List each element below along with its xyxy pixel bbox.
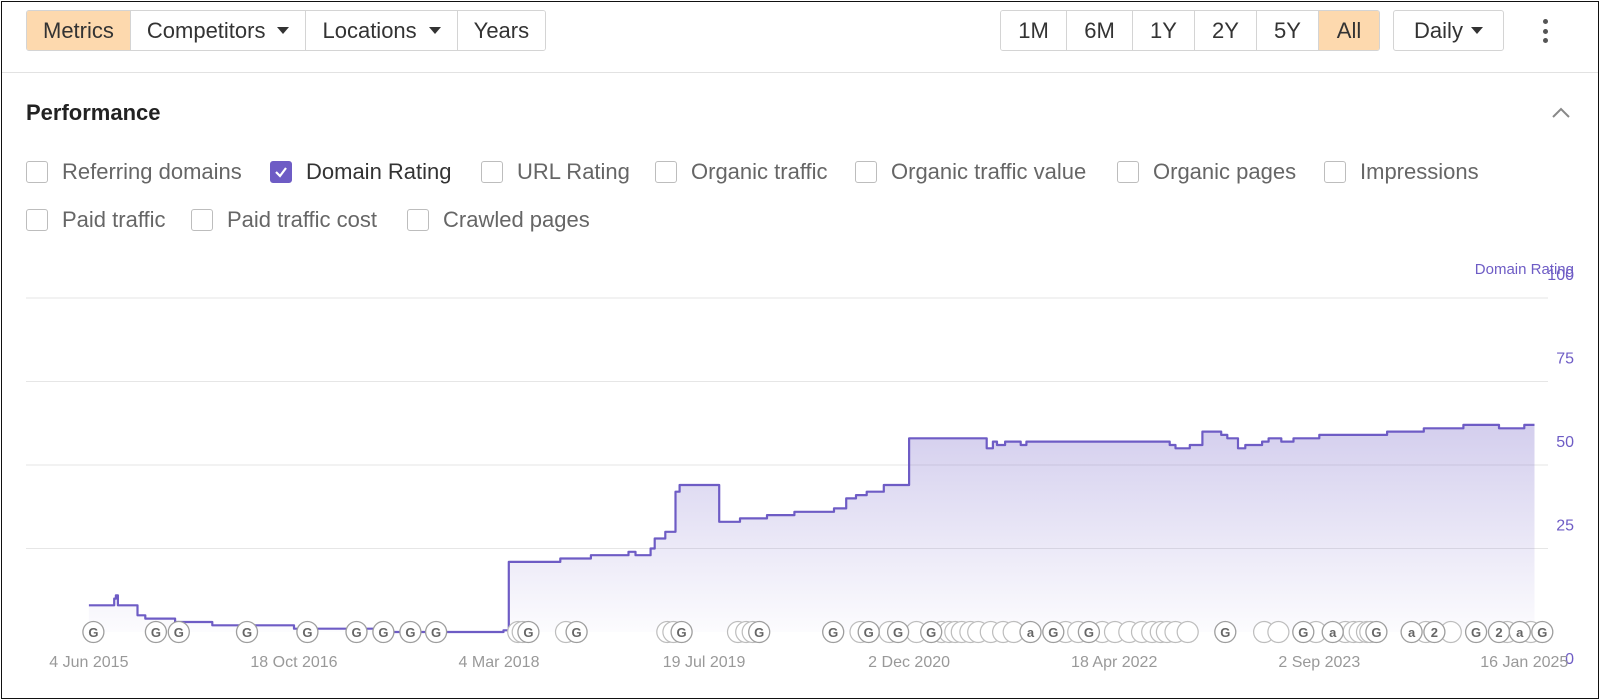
range-1m-button[interactable]: 1M (1001, 11, 1067, 50)
metric-referring-domains[interactable]: Referring domains (26, 159, 242, 185)
checkbox[interactable] (481, 161, 503, 183)
caret-down-icon (1470, 27, 1483, 34)
caret-down-icon (428, 27, 441, 34)
x-tick-label: 18 Apr 2022 (1071, 654, 1157, 671)
checkbox[interactable] (407, 209, 429, 231)
annotation-label: G (1371, 625, 1381, 640)
domain-rating-chart: Domain Rating1007550250G G G G G G G G G G G G G G G G G… (26, 261, 1574, 671)
y-tick-label: 25 (1556, 518, 1574, 535)
annotation-label: G (88, 625, 98, 640)
interval-dropdown[interactable]: Daily (1393, 10, 1504, 51)
annotation-label: G (677, 625, 687, 640)
section-title: Performance (26, 100, 161, 125)
annotation-label: G (572, 625, 582, 640)
metric-organic-pages[interactable]: Organic pages (1117, 159, 1296, 185)
checkbox[interactable] (1117, 161, 1139, 183)
checkbox[interactable] (26, 209, 48, 231)
x-tick-label: 18 Oct 2016 (250, 654, 337, 671)
caret-down-icon (277, 27, 290, 34)
annotation-label: G (1220, 625, 1230, 640)
x-tick-label: 2 Dec 2020 (868, 654, 950, 671)
view-button-group: Metrics Competitors Locations Years (26, 10, 547, 51)
range-all-button[interactable]: All (1319, 11, 1379, 50)
metric-url-rating[interactable]: URL Rating (481, 159, 630, 185)
annotation-label: G (523, 625, 533, 640)
range-6m-button[interactable]: 6M (1067, 11, 1133, 50)
range-1y-button[interactable]: 1Y (1133, 11, 1195, 50)
metric-organic-traffic[interactable]: Organic traffic (655, 159, 828, 185)
checkbox[interactable] (270, 161, 292, 183)
annotation-label: a (1329, 625, 1337, 640)
annotation-marker (1267, 620, 1290, 644)
annotation-label: a (1027, 625, 1035, 640)
metric-domain-rating[interactable]: Domain Rating (270, 159, 452, 185)
metric-paid-traffic[interactable]: Paid traffic (26, 207, 166, 233)
metric-organic-traffic-value[interactable]: Organic traffic value (855, 159, 1086, 185)
metric-crawled-pages[interactable]: Crawled pages (407, 207, 590, 233)
x-tick-label: 4 Jun 2015 (49, 654, 128, 671)
annotation-label: 2 (1431, 625, 1438, 640)
annotation-marker (1176, 620, 1199, 644)
annotation-label: G (351, 625, 361, 640)
checkbox[interactable] (855, 161, 877, 183)
x-tick-label: 16 Jan 2025 (1480, 654, 1568, 671)
annotation-label: G (242, 625, 252, 640)
x-tick-label: 2 Sep 2023 (1278, 654, 1360, 671)
y-tick-label: 50 (1556, 434, 1574, 451)
checkbox[interactable] (1324, 161, 1346, 183)
metric-impressions[interactable]: Impressions (1324, 159, 1479, 185)
range-button-group: 1M 6M 1Y 2Y 5Y All (1000, 10, 1380, 51)
annotation-label: 2 (1495, 625, 1502, 640)
checkbox[interactable] (26, 161, 48, 183)
x-tick-label: 19 Jul 2019 (663, 654, 746, 671)
annotation-label: G (405, 625, 415, 640)
y-tick-label: 100 (1547, 267, 1574, 284)
range-5y-button[interactable]: 5Y (1257, 11, 1319, 50)
competitors-dropdown[interactable]: Competitors (130, 11, 307, 50)
annotation-label: G (864, 625, 874, 640)
annotation-label: G (1084, 625, 1094, 640)
annotation-label: a (1408, 625, 1416, 640)
annotation-label: G (828, 625, 838, 640)
vertical-dots-icon[interactable] (1536, 16, 1554, 46)
annotation-label: a (1516, 625, 1524, 640)
range-2y-button[interactable]: 2Y (1195, 11, 1257, 50)
toolbar-divider (2, 72, 1598, 73)
years-button[interactable]: Years (457, 11, 546, 50)
annotation-label: G (754, 625, 764, 640)
annotation-label: G (1048, 625, 1058, 640)
performance-panel: Metrics Competitors Locations Years 1M 6… (1, 1, 1599, 699)
annotation-label: G (926, 625, 936, 640)
annotation-label: G (302, 625, 312, 640)
x-tick-label: 4 Mar 2018 (459, 654, 540, 671)
series-area (88, 424, 1535, 632)
y-tick-label: 75 (1556, 351, 1574, 368)
annotation-label: G (151, 625, 161, 640)
annotation-label: G (893, 625, 903, 640)
checkbox[interactable] (655, 161, 677, 183)
annotation-label: G (1537, 625, 1547, 640)
annotation-label: G (378, 625, 388, 640)
annotation-label: G (1298, 625, 1308, 640)
chevron-up-icon[interactable] (1550, 102, 1572, 124)
metrics-button[interactable]: Metrics (27, 11, 131, 50)
annotation-label: G (174, 625, 184, 640)
annotation-label: G (1471, 625, 1481, 640)
checkbox[interactable] (191, 209, 213, 231)
locations-dropdown[interactable]: Locations (306, 11, 458, 50)
metric-paid-traffic-cost[interactable]: Paid traffic cost (191, 207, 377, 233)
annotation-label: G (431, 625, 441, 640)
